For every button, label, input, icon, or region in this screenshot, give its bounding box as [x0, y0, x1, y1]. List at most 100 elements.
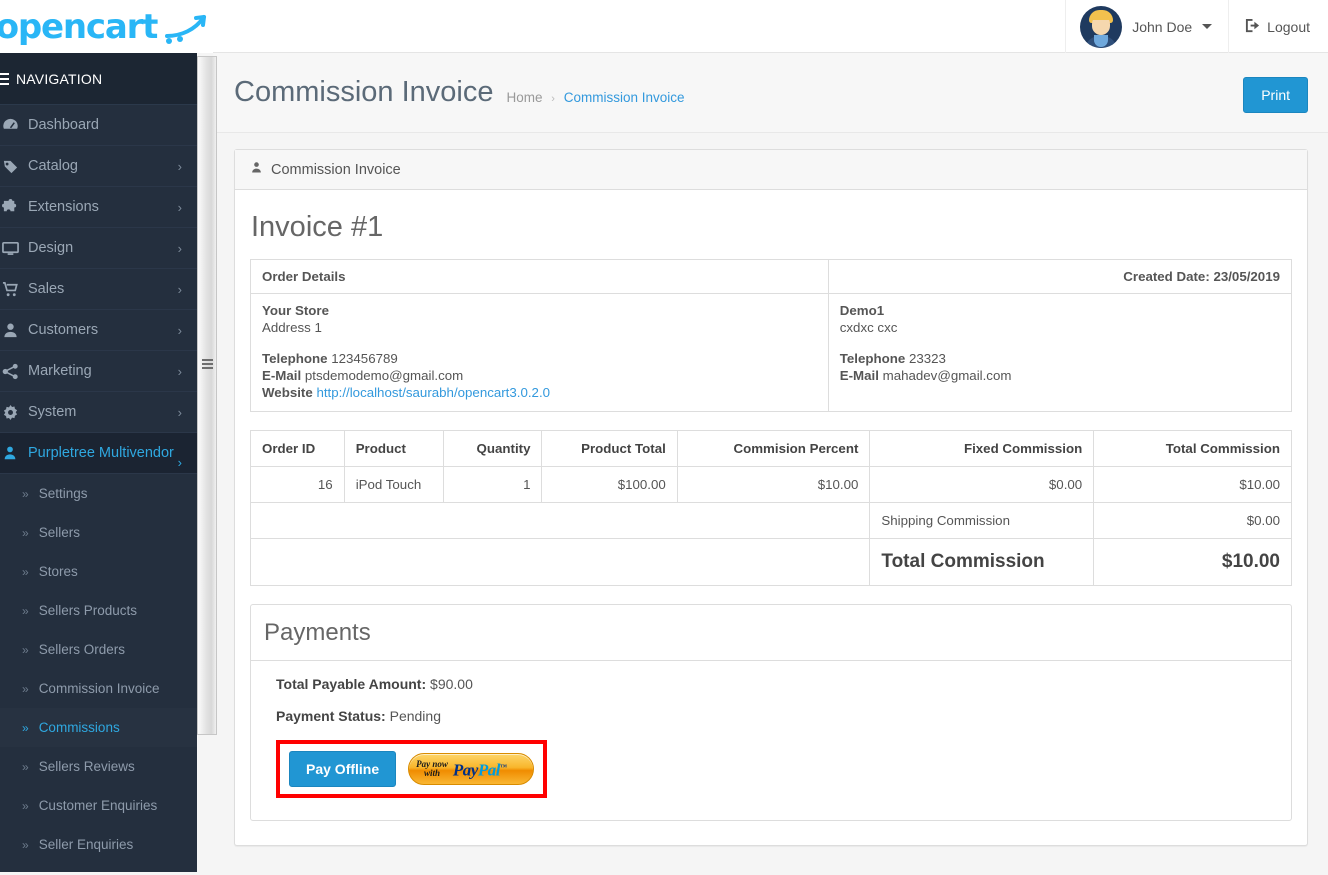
opencart-logo[interactable]: opencart	[0, 0, 213, 53]
store-address: Address 1	[262, 320, 322, 335]
store-website-link[interactable]: http://localhost/saurabh/opencart3.0.2.0	[316, 385, 550, 400]
paypal-logo-pay: Pay	[452, 760, 478, 780]
sidebar-subitem-seller-enquiries[interactable]: » Seller Enquiries	[0, 825, 197, 864]
sidebar-subitem-customer-enquiries[interactable]: » Customer Enquiries	[0, 786, 197, 825]
double-arrow-icon: »	[22, 642, 29, 657]
sidebar-subitem-commission-invoice[interactable]: » Commission Invoice	[0, 669, 197, 708]
avatar	[1080, 5, 1123, 48]
table-row: Your Store Address 1 Telephone 123456789…	[250, 293, 1293, 412]
sidebar-subitem-sellers-products[interactable]: » Sellers Products	[0, 591, 197, 630]
user-icon	[250, 161, 263, 178]
breadcrumb-current[interactable]: Commission Invoice	[564, 90, 685, 105]
main-content: Commission Invoice Home › Commission Inv…	[213, 53, 1328, 875]
sidebar-subitem-sellers-orders[interactable]: » Sellers Orders	[0, 630, 197, 669]
seller-email-label: E-Mail	[839, 368, 879, 383]
sidebar-subitem-label: Customer Enquiries	[38, 798, 158, 813]
table-row: 16 iPod Touch 1 $100.00 $10.00 $0.00 $10…	[250, 466, 1292, 503]
sidebar-subitem-label: Settings	[38, 486, 88, 501]
double-arrow-icon: »	[22, 525, 29, 540]
column-header-product-total: Product Total	[541, 430, 678, 467]
sidebar-item-purpletree-multivendor[interactable]: Purpletree Multivendor ›	[0, 433, 197, 474]
double-arrow-icon: »	[22, 681, 29, 696]
total-commission-label: Total Commission	[869, 538, 1095, 586]
chevron-right-icon: ›	[177, 158, 182, 174]
gear-icon	[0, 404, 28, 421]
spacer-cell	[249, 502, 871, 539]
sidebar-item-customers[interactable]: Customers ›	[0, 310, 197, 351]
column-header-total-commission: Total Commission	[1093, 430, 1292, 467]
chevron-right-icon: ›	[177, 363, 182, 379]
double-arrow-icon: »	[22, 759, 29, 774]
double-arrow-icon: »	[22, 798, 29, 813]
store-telephone-label: Telephone	[262, 351, 328, 366]
breadcrumb-home[interactable]: Home	[506, 90, 542, 105]
shipping-commission-value: $0.00	[1093, 502, 1292, 539]
navigation-label: NAVIGATION	[16, 70, 103, 87]
payment-status-row: Payment Status: Pending	[276, 708, 441, 724]
sidebar-item-label: System	[28, 404, 77, 420]
sidebar-item-marketing[interactable]: Marketing ›	[0, 351, 197, 392]
paypal-logo-pal: Pal	[477, 760, 501, 780]
payments-heading: Payments	[251, 605, 1291, 661]
sidebar-item-catalog[interactable]: Catalog ›	[0, 146, 197, 187]
top-bar: opencart John Doe Logout	[0, 0, 1328, 53]
payment-buttons: Pay Offline Pay now with PayPal™	[289, 751, 535, 787]
chevron-right-icon: ›	[177, 281, 182, 297]
sidebar-item-label: Design	[28, 240, 74, 256]
paypal-button[interactable]: Pay now with PayPal™	[408, 753, 535, 785]
panel-header-label: Commission Invoice	[271, 161, 401, 178]
paypal-trademark: ™	[499, 763, 507, 772]
hamburger-icon[interactable]	[0, 70, 9, 88]
user-menu[interactable]: John Doe	[1065, 0, 1230, 53]
sidebar-item-sales[interactable]: Sales ›	[0, 269, 197, 310]
payments-section: Payments Total Payable Amount: $90.00 Pa…	[250, 604, 1292, 821]
seller-name: Demo1	[839, 303, 885, 318]
total-payable-row: Total Payable Amount: $90.00	[276, 676, 473, 692]
paypal-logo: PayPal™	[453, 759, 507, 779]
logout-button[interactable]: Logout	[1229, 0, 1328, 53]
panel-header: Commission Invoice	[235, 150, 1307, 190]
spacer-cell	[249, 538, 871, 586]
sidebar-scrollbar[interactable]	[197, 56, 217, 735]
logout-icon	[1245, 18, 1260, 36]
seller-telephone-label: Telephone	[839, 351, 906, 366]
sidebar-subitem-sellers-reviews[interactable]: » Sellers Reviews	[0, 747, 197, 786]
cell-commision-percent: $10.00	[676, 466, 871, 503]
sidebar-subitem-sellers[interactable]: » Sellers	[0, 513, 197, 552]
store-email-label: E-Mail	[262, 368, 302, 383]
sidebar-item-label: Catalog	[28, 158, 78, 174]
sidebar-item-extensions[interactable]: Extensions ›	[0, 187, 197, 228]
total-commission-value: $10.00	[1093, 538, 1292, 586]
sidebar-subitem-settings[interactable]: » Settings	[0, 474, 197, 513]
sidebar-item-label: Sales	[28, 281, 65, 297]
order-details-label: Order Details	[250, 259, 829, 294]
sidebar-item-system[interactable]: System ›	[0, 392, 197, 433]
pay-offline-button[interactable]: Pay Offline	[289, 751, 397, 787]
sidebar-subitem-stores[interactable]: » Stores	[0, 552, 197, 591]
commission-invoice-panel: Commission Invoice Invoice #1 Order Deta…	[234, 149, 1308, 846]
chevron-right-icon: ›	[177, 240, 182, 256]
chevron-down-icon	[1202, 24, 1213, 29]
double-arrow-icon: »	[22, 564, 29, 579]
panel-body: Invoice #1 Order Details Created Date: 2…	[235, 190, 1307, 845]
chevron-right-icon: ›	[177, 404, 182, 420]
share-icon	[0, 363, 28, 380]
seller-address: cxdxc cxc	[839, 320, 898, 335]
chevron-right-icon: ›	[177, 455, 182, 470]
scrollbar-grip[interactable]	[202, 357, 213, 371]
cart-swoosh-icon	[163, 12, 207, 44]
sidebar-item-label: Customers	[28, 322, 99, 338]
table-row-total: Total Commission $10.00	[249, 538, 1292, 586]
payments-body: Total Payable Amount: $90.00 Payment Sta…	[251, 661, 1291, 820]
store-name: Your Store	[262, 303, 329, 318]
double-arrow-icon: »	[22, 837, 29, 852]
sidebar: NAVIGATION Dashboard Catalog › Extension…	[0, 53, 197, 872]
payment-status-label: Payment Status	[276, 708, 382, 724]
sidebar-subitem-commissions[interactable]: » Commissions	[0, 708, 197, 747]
sidebar-item-design[interactable]: Design ›	[0, 228, 197, 269]
sidebar-item-dashboard[interactable]: Dashboard	[0, 105, 197, 146]
print-button[interactable]: Print	[1243, 77, 1308, 113]
shipping-commission-label: Shipping Commission	[869, 502, 1095, 539]
column-header-fixed-commission: Fixed Commission	[869, 430, 1095, 467]
sidebar-subitem-label: Commission Invoice	[38, 681, 160, 696]
